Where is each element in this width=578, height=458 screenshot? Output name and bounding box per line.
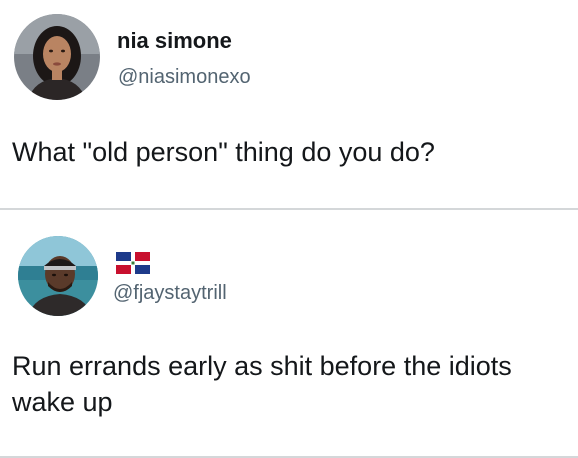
post-text: Run errands early as shit before the idi… bbox=[12, 351, 512, 417]
username-handle[interactable]: @fjaystaytrill bbox=[113, 282, 227, 305]
profile-photo-icon bbox=[14, 14, 100, 100]
tweet-post-1: nia simone @niasimonexo What "old person… bbox=[0, 0, 578, 210]
avatar[interactable] bbox=[14, 14, 100, 100]
display-name[interactable]: nia simone bbox=[117, 28, 232, 54]
username-handle[interactable]: @niasimonexo bbox=[118, 66, 251, 89]
profile-photo-icon bbox=[18, 236, 98, 316]
dominican-republic-flag-icon bbox=[116, 252, 150, 274]
post-text: What "old person" thing do you do? bbox=[12, 137, 435, 167]
divider bbox=[0, 208, 578, 210]
avatar[interactable] bbox=[18, 236, 98, 316]
tweet-post-2: @fjaystaytrill Run errands early as shit… bbox=[0, 222, 578, 458]
